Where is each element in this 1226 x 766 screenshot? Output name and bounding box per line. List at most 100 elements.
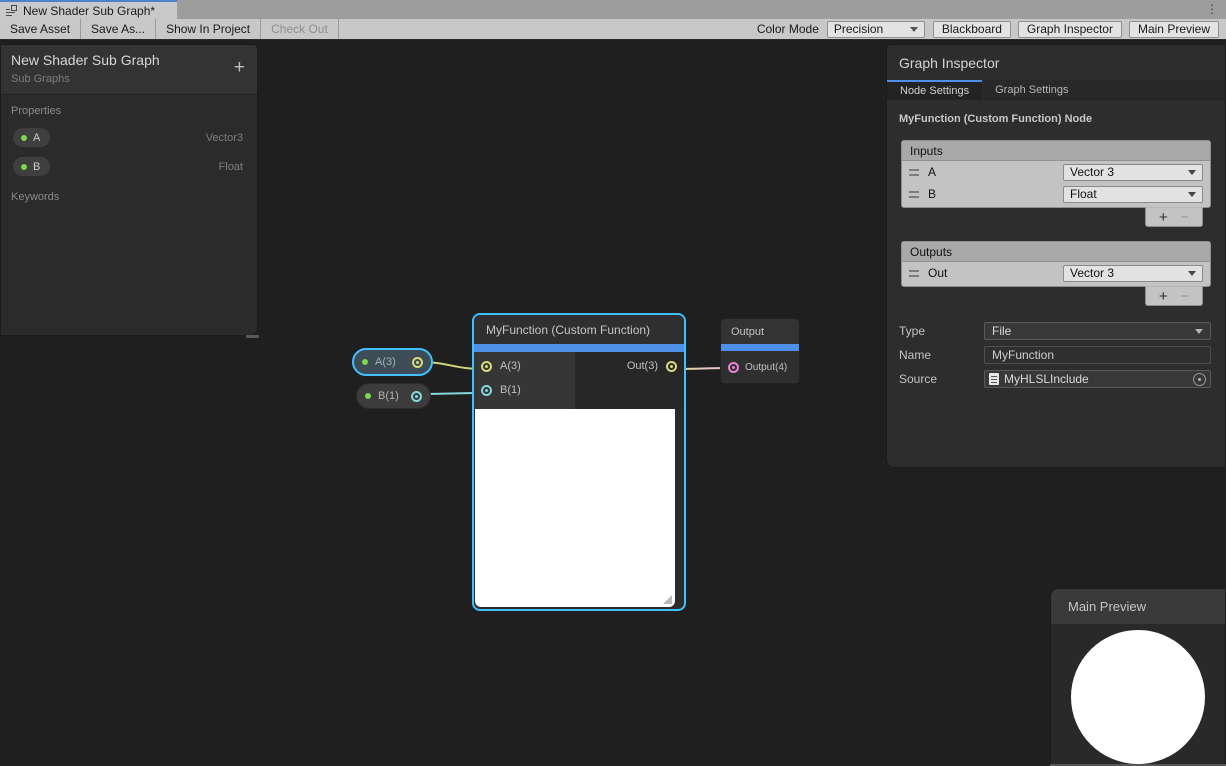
add-output-button[interactable]: + — [1159, 288, 1168, 305]
drag-handle-icon[interactable] — [909, 169, 919, 176]
color-mode-label: Color Mode — [749, 22, 827, 36]
property-type: Float — [219, 161, 243, 173]
output-port-icon[interactable] — [412, 357, 423, 368]
input-port-row-a: A(3) — [481, 360, 521, 372]
keywords-section-label: Keywords — [11, 191, 257, 203]
blackboard-property-row[interactable]: A Vector3 — [1, 123, 257, 152]
outputs-list-footer: + − — [901, 287, 1211, 310]
window-menu-icon[interactable]: ⋮ — [1206, 1, 1218, 18]
input-port-icon[interactable] — [728, 362, 739, 373]
name-input[interactable]: MyFunction — [984, 346, 1211, 364]
input-port-icon[interactable] — [481, 385, 492, 396]
blackboard-subtitle: Sub Graphs — [11, 73, 247, 85]
blackboard-resize-handle[interactable] — [246, 335, 259, 338]
row-type-value: Float — [1070, 187, 1097, 201]
property-dot-icon — [21, 164, 27, 170]
inputs-footer-buttons: + − — [1145, 207, 1203, 227]
port-label: A(3) — [500, 360, 521, 372]
custom-function-node[interactable]: MyFunction (Custom Function) A(3) B(1) O… — [472, 313, 686, 611]
row-name: Out — [928, 266, 947, 280]
property-dot-icon — [365, 393, 371, 399]
property-pill-b[interactable]: B — [13, 157, 50, 176]
inspector-title: Graph Inspector — [887, 45, 1225, 80]
tab-node-settings[interactable]: Node Settings — [887, 80, 982, 99]
save-asset-button[interactable]: Save Asset — [0, 19, 81, 39]
drag-handle-icon[interactable] — [909, 270, 919, 277]
property-type: Vector3 — [206, 132, 243, 144]
property-node-a[interactable]: A(3) — [352, 348, 433, 376]
name-field-label: Name — [899, 348, 984, 362]
outputs-footer-buttons: + − — [1145, 286, 1203, 306]
chevron-down-icon — [1188, 192, 1196, 197]
node-accent-bar — [721, 344, 799, 351]
color-mode-dropdown[interactable]: Precision — [827, 21, 925, 38]
add-input-button[interactable]: + — [1159, 209, 1168, 226]
output-port-icon[interactable] — [411, 391, 422, 402]
port-label: B(1) — [500, 384, 521, 396]
outputs-row-out[interactable]: Out Vector 3 — [902, 262, 1210, 284]
output-port-icon[interactable] — [666, 361, 677, 372]
graph-inspector-toggle-button[interactable]: Graph Inspector — [1018, 21, 1122, 38]
output-port-row-out: Out(3) — [627, 360, 677, 372]
node-port-area: A(3) B(1) Out(3) — [474, 352, 684, 409]
drag-handle-icon[interactable] — [909, 191, 919, 198]
blackboard-title: New Shader Sub Graph — [11, 52, 247, 68]
tab-graph-settings[interactable]: Graph Settings — [982, 80, 1081, 99]
property-name: A — [33, 132, 40, 144]
shader-graph-window: New Shader Sub Graph* ⋮ Save Asset Save … — [0, 0, 1226, 766]
add-property-button[interactable]: + — [234, 58, 245, 77]
main-preview-title[interactable]: Main Preview — [1051, 589, 1225, 624]
graph-inspector-panel: Graph Inspector Node Settings Graph Sett… — [886, 44, 1226, 468]
property-dot-icon — [21, 135, 27, 141]
shader-graph-asset-icon — [6, 5, 18, 17]
property-node-label: B(1) — [378, 390, 399, 402]
node-title[interactable]: MyFunction (Custom Function) — [474, 315, 684, 344]
inspector-tab-strip: Node Settings Graph Settings — [887, 80, 1225, 100]
node-port-area: Output(4) — [721, 351, 799, 383]
remove-input-button[interactable]: − — [1180, 209, 1189, 226]
chevron-down-icon — [1195, 329, 1203, 334]
tab-new-shader-sub-graph[interactable]: New Shader Sub Graph* — [0, 0, 177, 19]
main-preview-toggle-button[interactable]: Main Preview — [1129, 21, 1219, 38]
row-type-dropdown[interactable]: Vector 3 — [1063, 164, 1203, 181]
property-node-b[interactable]: B(1) — [356, 383, 431, 409]
tab-bar: New Shader Sub Graph* ⋮ — [0, 0, 1226, 19]
inputs-row-b[interactable]: B Float — [902, 183, 1210, 205]
input-port-icon[interactable] — [481, 361, 492, 372]
file-icon — [989, 373, 999, 385]
property-pill-a[interactable]: A — [13, 128, 50, 147]
source-field-label: Source — [899, 372, 984, 386]
property-node-label: A(3) — [375, 356, 396, 368]
inputs-row-a[interactable]: A Vector 3 — [902, 161, 1210, 183]
tab-title: New Shader Sub Graph* — [23, 4, 155, 18]
port-label: Out(3) — [627, 360, 658, 372]
row-name: B — [928, 187, 936, 201]
row-type-dropdown[interactable]: Vector 3 — [1063, 265, 1203, 282]
outputs-list: Outputs Out Vector 3 — [901, 241, 1211, 287]
blackboard-header: New Shader Sub Graph Sub Graphs + — [1, 45, 257, 95]
node-title[interactable]: Output — [721, 319, 799, 344]
blackboard-property-row[interactable]: B Float — [1, 152, 257, 181]
port-label: Output(4) — [745, 362, 787, 373]
node-preview-surface — [475, 409, 675, 607]
save-as-button[interactable]: Save As... — [81, 19, 156, 39]
row-type-value: Vector 3 — [1070, 165, 1114, 179]
output-node[interactable]: Output Output(4) — [720, 318, 800, 384]
outputs-list-header: Outputs — [902, 242, 1210, 262]
blackboard-toggle-button[interactable]: Blackboard — [933, 21, 1011, 38]
node-preview-resize-handle[interactable] — [663, 595, 672, 604]
source-object-field[interactable]: MyHLSLInclude — [984, 370, 1211, 388]
row-type-dropdown[interactable]: Float — [1063, 186, 1203, 203]
name-value: MyFunction — [992, 348, 1054, 362]
type-value: File — [992, 324, 1011, 338]
chevron-down-icon — [910, 27, 918, 32]
remove-output-button[interactable]: − — [1180, 288, 1189, 305]
node-settings-heading: MyFunction (Custom Function) Node — [899, 113, 1213, 125]
input-port-row-b: B(1) — [481, 384, 521, 396]
type-dropdown[interactable]: File — [984, 322, 1211, 340]
type-field-label: Type — [899, 324, 984, 338]
blackboard-panel: New Shader Sub Graph Sub Graphs + Proper… — [0, 44, 258, 336]
object-picker-icon[interactable] — [1193, 373, 1206, 386]
check-out-button[interactable]: Check Out — [261, 19, 339, 39]
show-in-project-button[interactable]: Show In Project — [156, 19, 261, 39]
